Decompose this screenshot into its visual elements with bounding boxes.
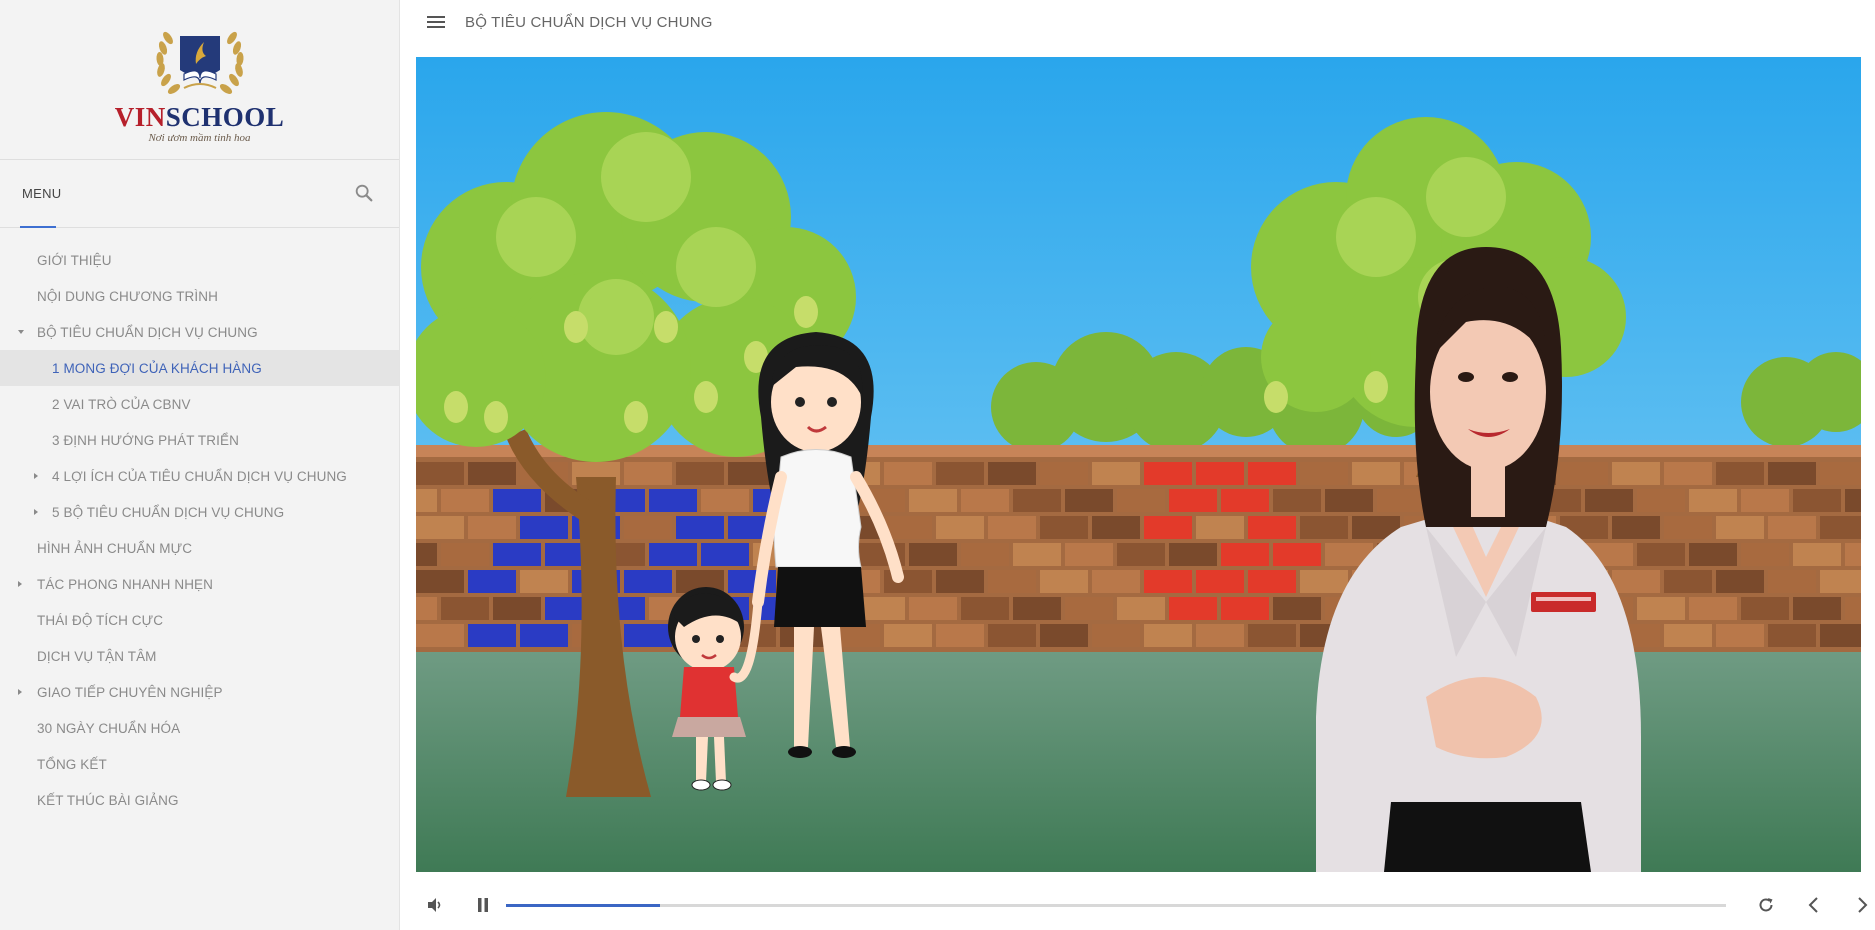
sidebar-nav: GIỚI THIỆU NỘI DUNG CHƯƠNG TRÌNH BỘ TIÊU C… [0,228,399,818]
nav-item-label: GIAO TIẾP CHUYÊN NGHIỆP [37,684,223,700]
replay-icon[interactable] [1754,893,1778,917]
nav-item[interactable]: BỘ TIÊU CHUẨN DỊCH VỤ CHUNG [0,314,399,350]
nav-item[interactable]: 4 LỢI ÍCH CỦA TIÊU CHUẨN DỊCH VỤ CHUNG [0,458,399,494]
nav-item[interactable]: HÌNH ẢNH CHUẨN MỰC [0,530,399,566]
previous-icon[interactable] [1802,893,1826,917]
nav-item[interactable]: TỔNG KẾT [0,746,399,782]
page-title: BỘ TIÊU CHUẨN DỊCH VỤ CHUNG [465,14,713,31]
video-frame-illustration [416,57,1861,872]
sidebar: VINSCHOOL Nơi ươm mầm tinh hoa MENU GIỚI… [0,0,400,930]
volume-icon[interactable] [423,893,447,917]
lesson-video[interactable] [416,57,1861,872]
nav-item-label: TỔNG KẾT [37,756,107,772]
nav-item[interactable]: 30 NGÀY CHUẨN HÓA [0,710,399,746]
nav-item-label: BỘ TIÊU CHUẨN DỊCH VỤ CHUNG [37,324,258,340]
caret-right-icon[interactable] [18,689,22,695]
brand-name-school: SCHOOL [165,102,285,132]
nav-item-label: NỘI DUNG CHƯƠNG TRÌNH [37,288,218,304]
nav-item-label: 2 VAI TRÒ CỦA CBNV [52,396,191,412]
nav-item-label: HÌNH ẢNH CHUẨN MỰC [37,540,193,556]
nav-item-label: 3 ĐỊNH HƯỚNG PHÁT TRIỂN [52,432,239,448]
next-icon[interactable] [1850,893,1874,917]
pause-icon[interactable] [471,893,495,917]
brand-name-vin: VIN [114,102,166,132]
caret-right-icon[interactable] [34,509,38,515]
nav-item-label: DỊCH VỤ TẬN TÂM [37,648,157,664]
brand-logo[interactable]: VINSCHOOL Nơi ươm mầm tinh hoa [0,0,399,160]
nav-item-label: 5 BỘ TIÊU CHUẨN DỊCH VỤ CHUNG [52,504,285,520]
nav-item[interactable]: NỘI DUNG CHƯƠNG TRÌNH [0,278,399,314]
nav-item-label: TÁC PHONG NHANH NHẸN [37,576,214,592]
menu-header: MENU [0,160,399,228]
nav-item[interactable]: 5 BỘ TIÊU CHUẨN DỊCH VỤ CHUNG [0,494,399,530]
nav-item[interactable]: DỊCH VỤ TẬN TÂM [0,638,399,674]
nav-item[interactable]: 3 ĐỊNH HƯỚNG PHÁT TRIỂN [0,422,399,458]
logo-emblem-icon [155,31,244,94]
player-controls [401,880,1875,930]
top-bar: BỘ TIÊU CHUẨN DỊCH VỤ CHUNG [401,0,1875,46]
brand-tagline: Nơi ươm mầm tinh hoa [148,132,251,144]
menu-tab[interactable]: MENU [22,186,61,201]
caret-right-icon[interactable] [18,581,22,587]
nav-item-label: 4 LỢI ÍCH CỦA TIÊU CHUẨN DỊCH VỤ CHUNG [52,468,347,484]
nav-item-label: GIỚI THIỆU [37,252,112,268]
caret-down-icon[interactable] [18,330,24,334]
search-icon[interactable] [353,182,375,204]
nav-item-label: 30 NGÀY CHUẨN HÓA [37,720,181,736]
nav-item[interactable]: 1 MONG ĐỢI CỦA KHÁCH HÀNG [0,350,399,386]
progress-fill [506,904,660,907]
brand-wordmark: VINSCHOOL [114,102,285,132]
nav-item[interactable]: GIỚI THIỆU [0,242,399,278]
nav-item[interactable]: THÁI ĐỘ TÍCH CỰC [0,602,399,638]
nav-item[interactable]: GIAO TIẾP CHUYÊN NGHIỆP [0,674,399,710]
progress-bar[interactable] [506,904,1726,907]
caret-right-icon[interactable] [34,473,38,479]
hamburger-icon[interactable] [427,16,445,30]
menu-tab-indicator [20,226,56,228]
nav-item-label: KẾT THÚC BÀI GIẢNG [37,792,179,808]
nav-item[interactable]: 2 VAI TRÒ CỦA CBNV [0,386,399,422]
nav-item-label: THÁI ĐỘ TÍCH CỰC [37,612,164,628]
nav-item[interactable]: TÁC PHONG NHANH NHẸN [0,566,399,602]
nav-item-label: 1 MONG ĐỢI CỦA KHÁCH HÀNG [52,360,262,376]
nav-item[interactable]: KẾT THÚC BÀI GIẢNG [0,782,399,818]
